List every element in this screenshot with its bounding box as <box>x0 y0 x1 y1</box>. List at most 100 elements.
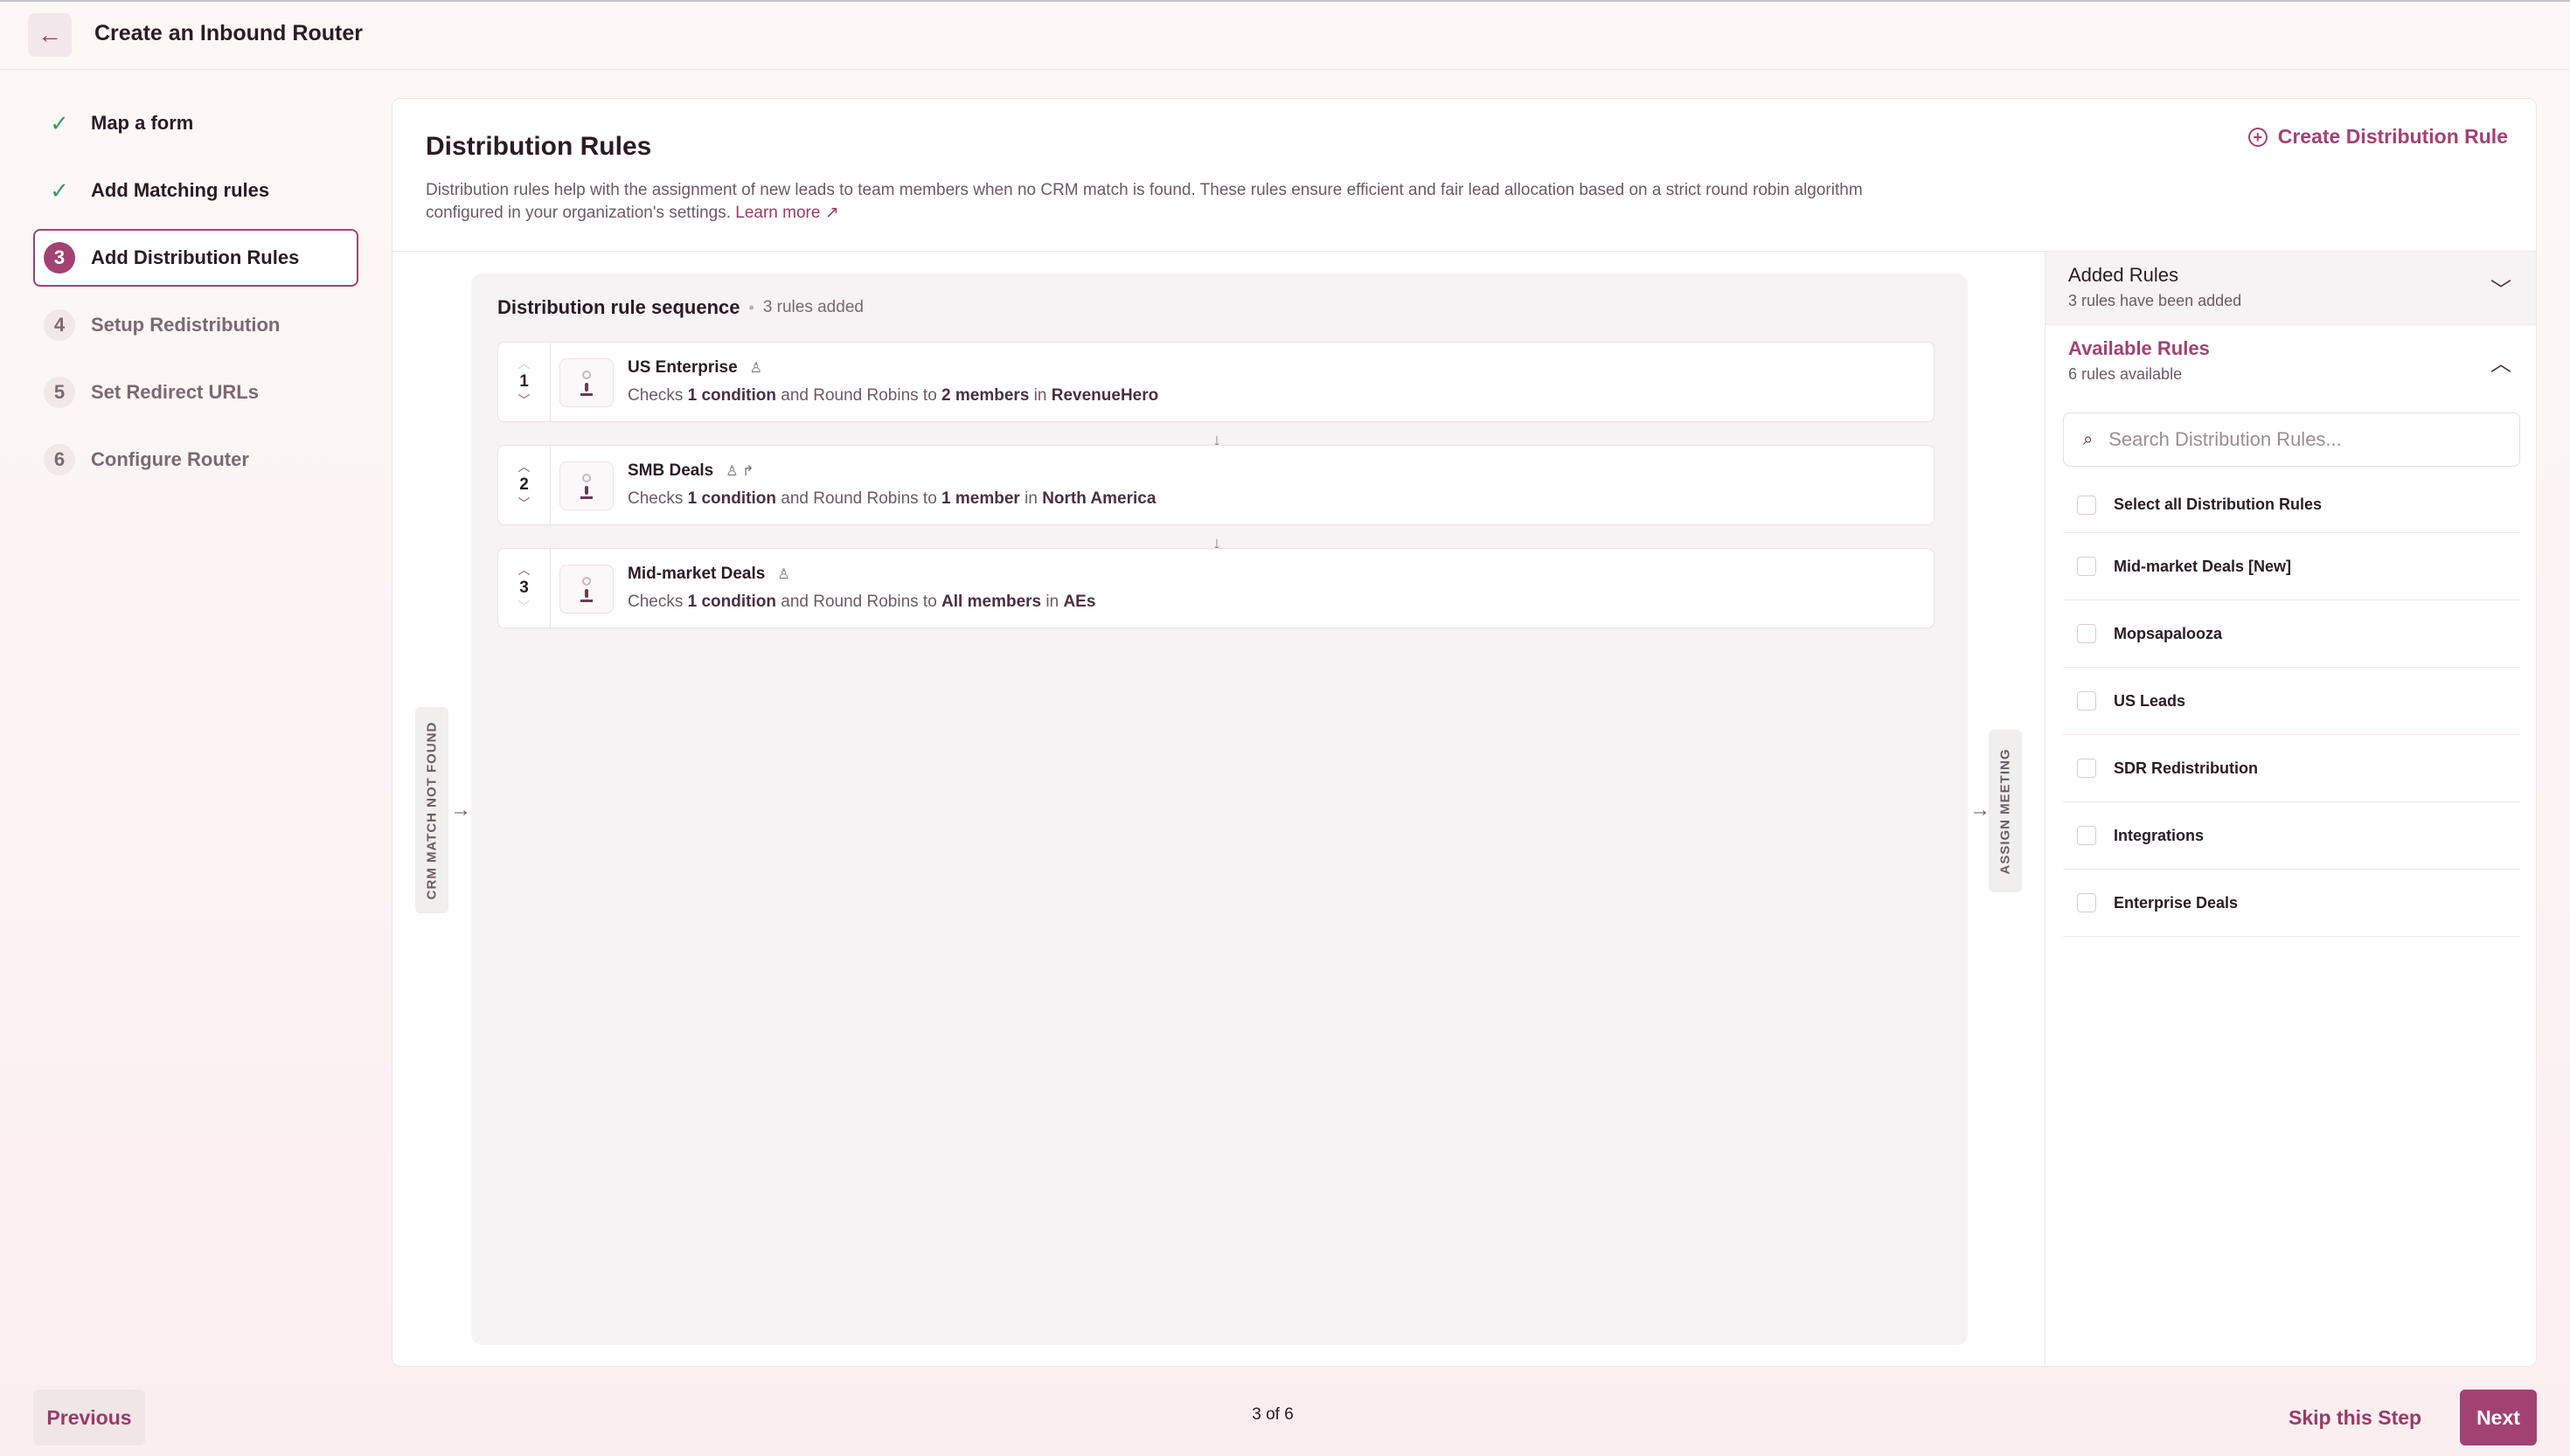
step-add-distribution-rules[interactable]: 3 Add Distribution Rules <box>33 229 358 287</box>
round-robin-icon <box>559 358 614 407</box>
rule-card-mid-market-deals[interactable]: ︿ 3 ﹀ Mid-market Deals ♙ Checks 1 condit… <box>497 548 1934 628</box>
chevron-down-icon[interactable]: ﹀ <box>2490 273 2511 303</box>
move-down-icon[interactable]: ﹀ <box>518 496 531 510</box>
move-up-icon[interactable]: ︿ <box>518 563 531 577</box>
team-name: North America <box>1042 489 1156 508</box>
next-button[interactable]: Next <box>2460 1390 2537 1446</box>
list-item[interactable]: SDR Redistribution <box>2063 735 2520 802</box>
arrow-right-icon: → <box>450 798 471 822</box>
checkbox[interactable] <box>2077 624 2096 643</box>
move-down-icon[interactable]: ﹀ <box>518 600 531 614</box>
round-robin-icon <box>559 461 614 510</box>
available-rules-accordion[interactable]: Available Rules 6 rules available ︿ <box>2046 325 2536 399</box>
distribution-rules-card: Distribution Rules Distribution rules he… <box>392 98 2537 1367</box>
person-icon: ♙ <box>777 567 790 582</box>
rules-side-panel: Added Rules 3 rules have been added ﹀ Av… <box>2045 252 2536 1366</box>
added-rules-title: Added Rules <box>2068 264 2178 286</box>
check-icon: ✓ <box>50 177 69 204</box>
checkbox[interactable] <box>2077 893 2096 912</box>
check-icon: ✓ <box>50 109 69 136</box>
member-count: All members <box>941 593 1042 611</box>
move-up-icon[interactable]: ︿ <box>518 357 531 371</box>
checkbox[interactable] <box>2077 557 2096 576</box>
desc-text: in <box>1045 593 1059 611</box>
desc-text: and Round Robins to <box>781 386 937 405</box>
crm-match-not-found-tag: CRM MATCH NOT FOUND <box>415 707 448 913</box>
rule-sequence-panel: Distribution rule sequence • 3 rules add… <box>471 274 1968 1345</box>
checkbox[interactable] <box>2077 759 2096 778</box>
list-item[interactable]: Mopsapalooza <box>2063 600 2520 668</box>
desc-text: Checks <box>628 489 684 508</box>
desc-text: in <box>1033 386 1047 405</box>
rule-label: Mid-market Deals [New] <box>2114 557 2292 575</box>
rule-name-text: SMB Deals <box>628 461 714 480</box>
rule-name-text: US Enterprise <box>628 358 738 377</box>
list-item[interactable]: US Leads <box>2063 668 2520 735</box>
plus-circle-icon: + <box>2247 127 2268 147</box>
rule-order-control: ︿ 3 ﹀ <box>498 549 551 627</box>
rule-card-smb-deals[interactable]: ︿ 2 ﹀ SMB Deals ♙ ↱ Checks 1 condition a… <box>497 445 1934 525</box>
step-navigation: ✓ Map a form ✓ Add Matching rules 3 Add … <box>33 94 358 498</box>
added-rules-accordion[interactable]: Added Rules 3 rules have been added ﹀ <box>2046 252 2536 325</box>
step-counter: 3 of 6 <box>1252 1405 1294 1424</box>
rule-description: Checks 1 condition and Round Robins to 2… <box>628 386 1158 406</box>
rule-label: Enterprise Deals <box>2114 893 2239 912</box>
added-rules-subtitle: 3 rules have been added <box>2068 292 2242 309</box>
top-header: ← Create an Inbound Router <box>0 0 2570 70</box>
step-setup-redistribution[interactable]: 4 Setup Redistribution <box>33 296 358 354</box>
arrow-left-icon: ← <box>38 21 62 48</box>
checkbox[interactable] <box>2077 826 2096 845</box>
team-name: RevenueHero <box>1051 386 1159 405</box>
previous-button[interactable]: Previous <box>33 1390 145 1446</box>
step-number: 3 <box>44 242 75 274</box>
checkbox[interactable] <box>2077 691 2096 711</box>
list-item[interactable]: Enterprise Deals <box>2063 870 2520 937</box>
list-item[interactable]: Integrations <box>2063 802 2520 870</box>
create-distribution-rule-button[interactable]: + Create Distribution Rule <box>2247 125 2508 149</box>
desc-text: and Round Robins to <box>781 593 937 611</box>
section-title: Distribution Rules <box>426 132 652 161</box>
available-rules-list: Select all Distribution Rules Mid-market… <box>2063 477 2520 937</box>
move-up-icon[interactable]: ︿ <box>518 460 531 474</box>
search-input[interactable] <box>2108 428 2476 451</box>
rule-description: Checks 1 condition and Round Robins to 1… <box>628 489 1156 509</box>
learn-more-link[interactable]: Learn more ↗ <box>735 204 838 222</box>
step-map-a-form[interactable]: ✓ Map a form <box>33 94 358 152</box>
team-name: AEs <box>1063 593 1096 611</box>
step-add-matching-rules[interactable]: ✓ Add Matching rules <box>33 162 358 219</box>
rule-label: Integrations <box>2114 826 2205 844</box>
rule-label: US Leads <box>2114 691 2186 710</box>
sequence-count: 3 rules added <box>762 298 864 316</box>
rule-order-number: 2 <box>519 475 529 494</box>
sequence-header: Distribution rule sequence • 3 rules add… <box>497 296 864 319</box>
move-down-icon[interactable]: ﹀ <box>518 393 531 407</box>
rule-search-box[interactable]: ⌕ <box>2063 413 2520 467</box>
step-set-redirect-urls[interactable]: 5 Set Redirect URLs <box>33 364 358 421</box>
step-number: 4 <box>44 309 75 341</box>
skip-step-button[interactable]: Skip this Step <box>2289 1397 2421 1439</box>
member-count: 1 member <box>941 489 1020 508</box>
step-number: 5 <box>44 377 75 408</box>
tag-label: ASSIGN MEETING <box>1997 747 2013 875</box>
checkbox[interactable] <box>2077 495 2096 515</box>
rule-card-us-enterprise[interactable]: ︿ 1 ﹀ US Enterprise ♙ Checks 1 condition… <box>497 342 1934 422</box>
select-all-label: Select all Distribution Rules <box>2114 496 2323 513</box>
footer-bar: Previous 3 of 6 Skip this Step Next <box>0 1377 2570 1456</box>
desc-text: Checks <box>628 593 684 611</box>
list-item[interactable]: Mid-market Deals [New] <box>2063 533 2520 600</box>
description-line-2: configured in your organization's settin… <box>426 204 731 222</box>
rule-order-control: ︿ 1 ﹀ <box>498 343 551 421</box>
step-configure-router[interactable]: 6 Configure Router <box>33 431 358 489</box>
round-robin-icon <box>559 565 614 614</box>
chevron-up-icon[interactable]: ︿ <box>2490 346 2511 377</box>
rule-order-number: 1 <box>519 372 529 391</box>
rule-label: Mopsapalooza <box>2114 624 2223 642</box>
step-number: 6 <box>44 444 75 475</box>
back-button[interactable]: ← <box>28 13 72 57</box>
select-all-rules[interactable]: Select all Distribution Rules <box>2063 477 2520 533</box>
step-label: Add Matching rules <box>91 179 270 201</box>
tag-label: CRM MATCH NOT FOUND <box>424 721 440 899</box>
rule-name: Mid-market Deals ♙ <box>628 565 790 584</box>
step-label: Configure Router <box>91 448 249 470</box>
rule-label: SDR Redistribution <box>2114 759 2258 777</box>
